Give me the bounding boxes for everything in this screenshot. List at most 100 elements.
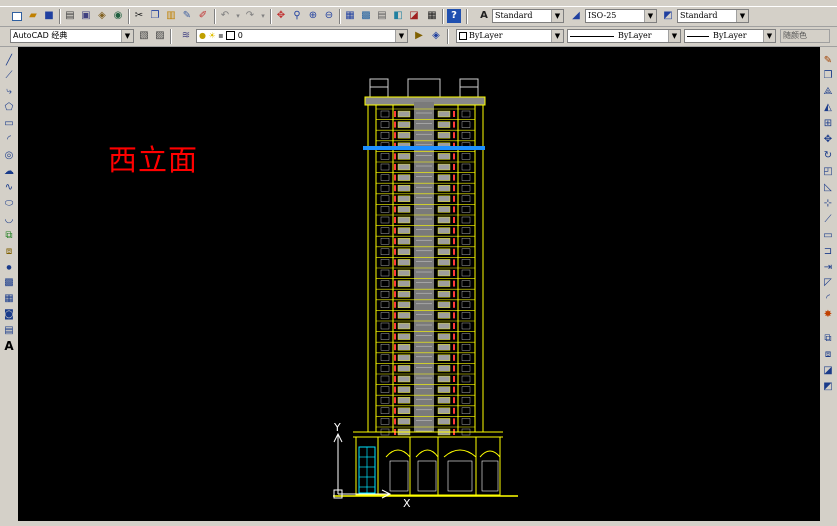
polyline-icon[interactable]: ⤷: [2, 85, 16, 99]
paste-icon[interactable]: ▥: [164, 9, 178, 23]
table-style-icon[interactable]: ◩: [661, 9, 675, 23]
make-object-layer-current-icon[interactable]: ▶: [412, 29, 426, 43]
workspace-settings-icon[interactable]: ▧: [137, 29, 151, 43]
text-style-icon[interactable]: A: [477, 9, 491, 23]
chevron-down-icon[interactable]: ▼: [551, 30, 563, 42]
save-icon[interactable]: ■: [42, 9, 56, 23]
workspace-select[interactable]: AutoCAD 经典 ▼: [10, 29, 134, 43]
calculator-icon[interactable]: ▦: [425, 9, 439, 23]
sun-icon[interactable]: ☀: [209, 31, 216, 40]
stretch-icon[interactable]: ◺: [821, 181, 835, 195]
layer-manager-icon[interactable]: ≋: [179, 29, 193, 43]
chevron-down-icon[interactable]: ▼: [736, 10, 748, 22]
break-at-point-icon[interactable]: ▭: [821, 229, 835, 243]
break-icon[interactable]: ⊐: [821, 245, 835, 259]
offset-icon[interactable]: ◭: [821, 101, 835, 115]
construction-line-icon[interactable]: ⟋: [2, 69, 16, 83]
balcony-accent: [453, 301, 455, 308]
chevron-down-icon[interactable]: ▼: [763, 30, 775, 42]
lineweight-select[interactable]: ByLayer ▼: [684, 29, 776, 43]
table-style-select[interactable]: Standard ▼: [677, 9, 749, 23]
region-icon[interactable]: ◙: [2, 308, 16, 322]
text-style-select[interactable]: Standard ▼: [492, 9, 564, 23]
extend-icon[interactable]: ⟋: [821, 213, 835, 227]
zoom-realtime-icon[interactable]: ⚲: [290, 9, 304, 23]
properties-icon[interactable]: ▦: [343, 9, 357, 23]
markup-icon[interactable]: ◪: [407, 9, 421, 23]
design-center-icon[interactable]: ▩: [359, 9, 373, 23]
tool-palettes-icon[interactable]: ▤: [375, 9, 389, 23]
copy-icon[interactable]: ❐: [821, 69, 835, 83]
dim-style-select[interactable]: ISO-25 ▼: [585, 9, 657, 23]
redo-dropdown-icon[interactable]: ▾: [256, 9, 270, 23]
save-workspace-icon[interactable]: ▨: [153, 29, 167, 43]
copy-clip-icon[interactable]: ❐: [148, 9, 162, 23]
send-back-icon[interactable]: ◪: [821, 364, 835, 378]
redo-icon[interactable]: ↷: [243, 9, 257, 23]
trim-icon[interactable]: ⊹: [821, 197, 835, 211]
draworder-icon[interactable]: ⧉: [821, 332, 835, 346]
layer-previous-icon[interactable]: ◈: [429, 29, 443, 43]
ellipse-arc-icon[interactable]: ◡: [2, 213, 16, 227]
chevron-down-icon[interactable]: ▼: [644, 10, 656, 22]
polygon-icon[interactable]: ⬠: [2, 101, 16, 115]
color-select[interactable]: ByLayer ▼: [456, 29, 564, 43]
window: [437, 322, 451, 330]
print-icon[interactable]: ▤: [63, 9, 77, 23]
new-file-icon[interactable]: [10, 9, 24, 23]
chevron-down-icon[interactable]: ▼: [551, 10, 563, 22]
table-icon[interactable]: ▤: [2, 324, 16, 338]
circle-icon[interactable]: ◎: [2, 149, 16, 163]
pan-icon[interactable]: ✥: [274, 9, 288, 23]
linetype-select[interactable]: ByLayer ▼: [567, 29, 681, 43]
make-block-icon[interactable]: ⧈: [2, 245, 16, 259]
erase-icon[interactable]: ✎: [821, 54, 835, 68]
arc-icon[interactable]: ◜: [2, 133, 16, 147]
move-icon[interactable]: ✥: [821, 133, 835, 147]
drawing-canvas[interactable]: 西立面 Y X: [18, 47, 820, 521]
line-icon[interactable]: ╱: [2, 54, 16, 68]
match-properties-icon[interactable]: ✎: [180, 9, 194, 23]
open-file-icon[interactable]: ▰: [26, 9, 40, 23]
hatch-icon[interactable]: ▩: [2, 276, 16, 290]
bring-front-icon[interactable]: ⧈: [821, 348, 835, 362]
window: [380, 163, 390, 171]
zoom-previous-icon[interactable]: ⊖: [322, 9, 336, 23]
undo-icon[interactable]: ↶: [218, 9, 232, 23]
rectangle-icon[interactable]: ▭: [2, 117, 16, 131]
window: [437, 248, 451, 256]
balcony-accent: [394, 376, 396, 382]
chamfer-icon[interactable]: ◸: [821, 276, 835, 290]
zoom-window-icon[interactable]: ⊕: [306, 9, 320, 23]
rotate-icon[interactable]: ↻: [821, 149, 835, 163]
explode-icon[interactable]: ✸: [821, 308, 835, 322]
layer-select[interactable]: ● ☀ ▪ 0 ▼: [196, 29, 408, 43]
bring-above-icon[interactable]: ◩: [821, 380, 835, 394]
lock-icon[interactable]: ▪: [218, 31, 223, 40]
chevron-down-icon[interactable]: ▼: [121, 30, 133, 42]
revision-cloud-icon[interactable]: ☁: [2, 165, 16, 179]
chevron-down-icon[interactable]: ▼: [395, 30, 407, 42]
ellipse-icon[interactable]: ⬭: [2, 197, 16, 211]
insert-block-icon[interactable]: ⧉: [2, 229, 16, 243]
block-editor-icon[interactable]: ✐: [196, 9, 210, 23]
chevron-down-icon[interactable]: ▼: [668, 30, 680, 42]
plot-preview-icon[interactable]: ▣: [79, 9, 93, 23]
spline-icon[interactable]: ∿: [2, 181, 16, 195]
help-icon[interactable]: ?: [447, 9, 461, 23]
publish-icon[interactable]: ◈: [95, 9, 109, 23]
plot-style-select[interactable]: 随颜色: [780, 29, 830, 43]
join-icon[interactable]: ⇥: [821, 261, 835, 275]
gradient-icon[interactable]: ▦: [2, 292, 16, 306]
mirror-icon[interactable]: ⟁: [821, 85, 835, 99]
scale-icon[interactable]: ◰: [821, 165, 835, 179]
3d-dwf-icon[interactable]: ◉: [111, 9, 125, 23]
lightbulb-icon[interactable]: ●: [199, 31, 206, 40]
dim-style-icon[interactable]: ◢: [569, 9, 583, 23]
multiline-text-icon[interactable]: A: [2, 339, 16, 353]
array-icon[interactable]: ⊞: [821, 117, 835, 131]
cut-icon[interactable]: ✂: [132, 9, 146, 23]
fillet-icon[interactable]: ◜: [821, 292, 835, 306]
point-icon[interactable]: ●: [2, 261, 16, 275]
sheet-set-icon[interactable]: ◧: [391, 9, 405, 23]
